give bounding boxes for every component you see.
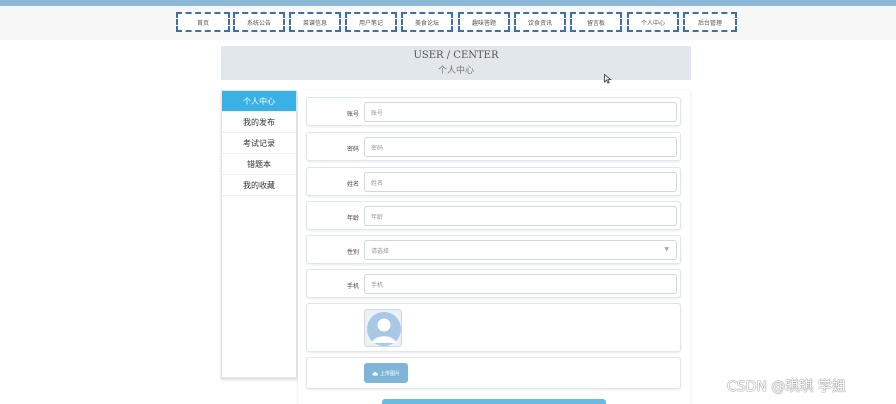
account-label: 账号 [346,111,359,118]
sidebar-item-wrong-answers[interactable]: 错题本 [222,154,296,175]
form-row-avatar [306,303,681,352]
cloud-upload-icon [372,371,378,375]
nav-recipes[interactable]: 菜谱信息 [289,12,341,32]
nav-announcements[interactable]: 系统公告 [233,12,285,32]
sidebar-item-label: 错题本 [247,159,271,169]
gender-placeholder: 请选择 [371,247,390,255]
chevron-down-icon: ▼ [664,246,669,253]
page-title-cn: 个人中心 [437,66,474,76]
sidebar-item-favorites[interactable]: 我的收藏 [222,175,296,196]
password-placeholder: 密码 [371,144,384,152]
gender-select[interactable]: 请选择 ▼ [364,240,677,260]
sidebar-item-label: 个人中心 [243,96,275,106]
form-row-password: 密码 密码 [306,132,681,161]
phone-label: 手机 [346,283,359,290]
mouse-cursor-icon [604,74,612,84]
password-label: 密码 [346,146,359,153]
account-input[interactable]: 账号 [364,102,677,122]
profile-form: 账号 账号 密码 密码 姓名 姓名 年龄 年龄 性别 请选择 ▼ 手机 手机 上… [298,90,690,404]
nav-label: 系统公告 [246,19,271,27]
nav-admin[interactable]: 后台管理 [683,12,737,32]
nav-quiz[interactable]: 趣味答题 [458,12,510,32]
sidebar-item-personal-center[interactable]: 个人中心 [222,91,296,112]
avatar-placeholder-icon [365,310,401,346]
name-label: 姓名 [346,181,359,188]
nav-label: 饮食资讯 [527,19,552,27]
top-navigation: 首页 系统公告 菜谱信息 用户笔记 美食论坛 趣味答题 饮食资讯 留言板 个人中… [0,6,896,40]
sidebar-item-label: 我的收藏 [243,180,275,190]
form-row-account: 账号 账号 [306,97,681,126]
nav-label: 后台管理 [697,19,722,27]
gender-label: 性别 [346,249,359,256]
nav-label: 留言板 [586,19,605,27]
phone-placeholder: 手机 [371,281,384,289]
age-label: 年龄 [346,215,359,222]
nav-label: 个人中心 [640,19,665,27]
sidebar-item-label: 我的发布 [243,117,275,127]
nav-personal-center[interactable]: 个人中心 [627,12,679,32]
sidebar-item-label: 考试记录 [243,138,275,148]
sidebar: 个人中心 我的发布 考试记录 错题本 我的收藏 [221,90,297,378]
nav-food-forum[interactable]: 美食论坛 [401,12,453,32]
name-input[interactable]: 姓名 [364,172,677,192]
form-row-name: 姓名 姓名 [306,167,681,196]
account-placeholder: 账号 [371,109,384,117]
sidebar-item-exam-records[interactable]: 考试记录 [222,133,296,154]
age-input[interactable]: 年龄 [364,206,677,226]
form-row-phone: 手机 手机 [306,269,681,298]
nav-label: 用户笔记 [358,19,383,27]
upload-button-label: 上传图片 [379,370,400,377]
form-row-gender: 性别 请选择 ▼ [306,235,681,264]
nav-label: 趣味答题 [471,19,496,27]
nav-label: 美食论坛 [414,19,439,27]
nav-food-news[interactable]: 饮食资讯 [514,12,566,32]
upload-image-button[interactable]: 上传图片 [364,363,408,383]
watermark: CSDN @琪琪 学姐 [727,379,846,395]
form-row-upload: 上传图片 [306,357,681,389]
page-header: USER / CENTER 个人中心 [221,46,691,80]
password-input[interactable]: 密码 [364,137,677,157]
nav-home[interactable]: 首页 [176,12,230,32]
name-placeholder: 姓名 [371,179,384,187]
nav-label: 菜谱信息 [302,19,327,27]
sidebar-item-my-posts[interactable]: 我的发布 [222,112,296,133]
nav-label: 首页 [196,19,209,27]
nav-message-board[interactable]: 留言板 [570,12,622,32]
age-placeholder: 年龄 [371,213,384,221]
nav-user-notes[interactable]: 用户笔记 [345,12,397,32]
submit-button[interactable] [382,399,606,404]
phone-input[interactable]: 手机 [364,274,677,294]
page-title-en: USER / CENTER [413,50,499,61]
avatar [364,309,402,347]
form-row-age: 年龄 年龄 [306,201,681,230]
